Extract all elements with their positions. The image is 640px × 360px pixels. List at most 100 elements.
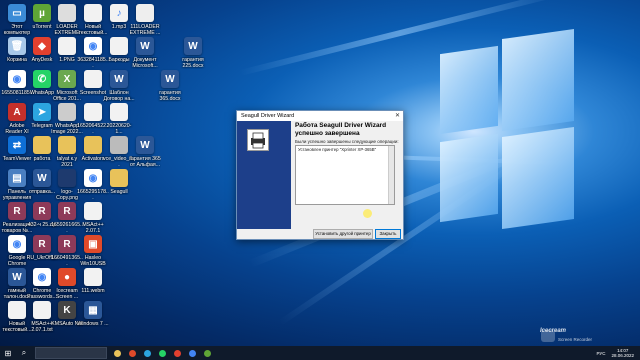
file-icon: ◉ bbox=[33, 268, 51, 286]
file-icon bbox=[84, 136, 102, 154]
taskbar-app-icon[interactable] bbox=[144, 349, 151, 357]
file-icon: W bbox=[8, 268, 26, 286]
desktop-icon-label: 111.webm bbox=[81, 288, 105, 294]
taskbar-app-icon[interactable] bbox=[129, 349, 136, 357]
dialog-heading: Работа Seagull Driver Wizard успешно зав… bbox=[295, 122, 387, 137]
dialog-button-bar: Установить другой принтер Закрыть bbox=[237, 229, 403, 239]
file-icon bbox=[84, 202, 102, 220]
file-icon: ◉ bbox=[8, 235, 26, 253]
file-icon: R bbox=[33, 202, 51, 220]
desktop-icon[interactable]: Wгарантия 365.docx bbox=[155, 70, 185, 102]
file-icon: ▭ bbox=[8, 4, 26, 22]
search-icon[interactable]: ⌕ bbox=[16, 346, 32, 360]
file-icon: R bbox=[58, 202, 76, 220]
file-icon: 🗑 bbox=[8, 37, 26, 55]
dialog-title: Seagull Driver Wizard bbox=[241, 113, 295, 119]
desktop-icon[interactable]: ▣ Hasleo Win10USB bbox=[78, 235, 108, 267]
file-icon bbox=[58, 37, 76, 55]
windows-logo bbox=[430, 20, 580, 250]
taskbar-app-icon[interactable] bbox=[174, 349, 181, 357]
printer-icon bbox=[247, 129, 269, 151]
taskbar: ⊞ ⌕ РУС 14:07 28.06.2022 bbox=[0, 346, 640, 360]
desktop-icon-label: гарантия 225.docx bbox=[182, 57, 204, 69]
file-icon bbox=[136, 4, 154, 22]
file-icon bbox=[84, 4, 102, 22]
file-icon: A bbox=[8, 103, 26, 121]
desktop-icon[interactable]: 20220620-1... bbox=[104, 103, 134, 135]
file-icon bbox=[110, 103, 128, 121]
file-icon: ♪ bbox=[110, 4, 128, 22]
file-icon: W bbox=[136, 37, 154, 55]
dialog-info-text: Были успешно завершены следующие операци… bbox=[295, 139, 399, 144]
file-icon: ▣ bbox=[84, 235, 102, 253]
log-entry: Установлен принтер "Xprinter XP-365B" bbox=[298, 147, 377, 152]
file-icon bbox=[110, 169, 128, 187]
file-icon bbox=[84, 103, 102, 121]
desktop-icon[interactable]: Seagull bbox=[104, 169, 134, 195]
file-icon: W bbox=[110, 70, 128, 88]
desktop-icon-label: Шаблон Договор на... bbox=[103, 90, 135, 102]
file-icon bbox=[58, 103, 76, 121]
search-input[interactable] bbox=[35, 347, 107, 359]
taskbar-app-icon[interactable] bbox=[204, 349, 211, 357]
file-icon: R bbox=[8, 202, 26, 220]
install-another-printer-button[interactable]: Установить другой принтер bbox=[313, 229, 373, 239]
file-icon: R bbox=[33, 235, 51, 253]
taskbar-app-icon[interactable] bbox=[159, 349, 166, 357]
desktop-icon[interactable]: Wгарантия 225.docx bbox=[178, 37, 208, 69]
taskbar-app-icon[interactable] bbox=[114, 349, 121, 357]
desktop-icon-label: Windows 7 ... bbox=[77, 321, 109, 327]
file-icon bbox=[58, 169, 76, 187]
file-icon bbox=[110, 37, 128, 55]
desktop: ▭ Этот компьютер µ uTorrent LOADER EXTREME Но… bbox=[0, 0, 640, 346]
clock-date: 28.06.2022 bbox=[611, 353, 634, 358]
desktop-icon-label: MSAct++ 2.07.1 bbox=[82, 222, 104, 234]
close-button[interactable]: Закрыть bbox=[375, 229, 401, 239]
mouse-cursor-highlight bbox=[363, 209, 372, 218]
desktop-icon-label: гарантия 365 от Альфая... bbox=[129, 156, 161, 168]
file-icon: W bbox=[161, 70, 179, 88]
file-icon: ▦ bbox=[84, 301, 102, 319]
file-icon: ◉ bbox=[84, 169, 102, 187]
dialog-titlebar[interactable]: Seagull Driver Wizard ✕ bbox=[237, 111, 403, 121]
file-icon bbox=[58, 4, 76, 22]
file-icon bbox=[33, 301, 51, 319]
file-icon: ◆ bbox=[33, 37, 51, 55]
clock[interactable]: 14:07 28.06.2022 bbox=[611, 348, 634, 358]
seagull-driver-wizard-dialog: Seagull Driver Wizard ✕ Работа Seagull D… bbox=[236, 110, 404, 240]
wizard-side-banner bbox=[237, 121, 291, 229]
desktop-icon-label: Документ Microsoft... bbox=[132, 57, 158, 69]
desktop-icon-label: 20220620-1... bbox=[106, 123, 132, 135]
desktop-icon-label: Seagull bbox=[110, 189, 128, 195]
file-icon bbox=[33, 136, 51, 154]
file-icon bbox=[58, 136, 76, 154]
file-icon bbox=[84, 70, 102, 88]
desktop-icon-label: 111LOADER EXTREME ... bbox=[129, 24, 161, 36]
language-indicator[interactable]: РУС bbox=[596, 351, 605, 356]
file-icon: R bbox=[58, 235, 76, 253]
file-icon bbox=[110, 136, 128, 154]
file-icon: W bbox=[136, 136, 154, 154]
file-icon: ● bbox=[58, 268, 76, 286]
file-icon bbox=[8, 301, 26, 319]
desktop-icon-label: гарантия 365.docx bbox=[159, 90, 181, 102]
watermark-subtitle: Screen Recorder bbox=[558, 337, 593, 342]
file-icon: ✆ bbox=[33, 70, 51, 88]
close-icon[interactable]: ✕ bbox=[395, 111, 400, 121]
desktop-icon[interactable]: ▦ Windows 7 ... bbox=[77, 301, 109, 327]
start-icon[interactable]: ⊞ bbox=[0, 346, 16, 360]
desktop-icon[interactable]: 111LOADER EXTREME ... bbox=[130, 4, 160, 36]
operations-log[interactable]: Установлен принтер "Xprinter XP-365B" bbox=[295, 145, 395, 205]
file-icon: W bbox=[33, 169, 51, 187]
desktop-icon[interactable]: W Шаблон Договор на... bbox=[103, 70, 135, 102]
file-icon: ⇄ bbox=[8, 136, 26, 154]
desktop-icon[interactable]: W Документ Microsoft... bbox=[130, 37, 160, 69]
file-icon: ◉ bbox=[8, 70, 26, 88]
file-icon bbox=[84, 268, 102, 286]
desktop-icon[interactable]: Wгарантия 365 от Альфая... bbox=[129, 136, 161, 168]
taskbar-app-icon[interactable] bbox=[189, 349, 196, 357]
desktop-icon[interactable]: 111.webm bbox=[78, 268, 108, 294]
log-scrollbar[interactable] bbox=[388, 146, 394, 204]
file-icon: ◉ bbox=[84, 37, 102, 55]
desktop-icon[interactable]: MSAct++ 2.07.1 bbox=[78, 202, 108, 234]
